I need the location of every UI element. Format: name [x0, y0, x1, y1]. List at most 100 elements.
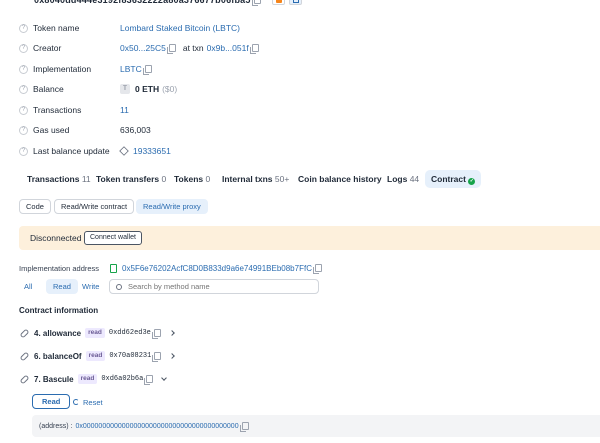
implementation-address-label: Implementation address	[19, 263, 100, 273]
qr-code-button[interactable]	[289, 0, 302, 5]
method-selector: 0xd6a02b6a	[101, 375, 144, 383]
copy-icon[interactable]	[166, 44, 176, 54]
copy-icon[interactable]	[249, 44, 259, 54]
tab-count: 44	[409, 174, 420, 184]
copy-icon[interactable]	[152, 352, 162, 362]
help-icon[interactable]: ?	[19, 146, 28, 156]
detail-transactions: ? Transactions 11	[19, 103, 129, 117]
method-row[interactable]: 6. balanceOf read 0x70a08231	[19, 349, 176, 363]
help-icon[interactable]: ?	[19, 64, 28, 74]
copy-icon[interactable]	[312, 264, 322, 274]
filter-write[interactable]: Write	[82, 281, 99, 293]
copy-icon[interactable]	[239, 422, 249, 432]
chevron-down-icon[interactable]	[161, 374, 168, 381]
output-address-link[interactable]: 0x00000000000000000000000000000000000000…	[75, 423, 238, 430]
copy-icon[interactable]	[151, 329, 161, 339]
gas-used-value: 636,003	[120, 125, 151, 135]
copy-icon[interactable]	[144, 375, 154, 385]
detail-label: Creator	[33, 43, 62, 53]
check-circle-icon: ✓	[468, 178, 476, 185]
detail-label: Transactions	[33, 105, 82, 115]
chevron-right-icon[interactable]	[169, 330, 175, 336]
connect-wallet-button[interactable]: Connect wallet	[84, 231, 142, 245]
read-badge: read	[85, 328, 105, 338]
eth-token-icon: T	[120, 84, 130, 94]
detail-label: Gas used	[33, 125, 70, 135]
detail-label: Balance	[33, 84, 64, 94]
wallet-status: Disconnected	[30, 233, 82, 243]
method-name: 4. allowance	[34, 328, 82, 338]
metamask-button[interactable]	[272, 0, 285, 5]
tab-logs[interactable]: Logs 44	[381, 170, 425, 188]
document-icon	[110, 263, 118, 273]
copy-icon[interactable]	[142, 65, 152, 75]
method-selector: 0x70a08231	[109, 352, 152, 360]
tab-label: Tokens	[174, 174, 204, 184]
creator-address-link[interactable]: 0x50...25C5	[120, 43, 166, 53]
tab-transactions[interactable]: Transactions 11	[21, 170, 97, 188]
implementation-address-link[interactable]: 0x5F6e76202AcfC8D0B833d9a6e74991BEb08b7F…	[122, 264, 312, 273]
implementation-link[interactable]: LBTC	[120, 64, 142, 74]
tab-label: Internal txns	[222, 174, 273, 184]
detail-implementation: ? Implementation LBTC	[19, 62, 152, 76]
implementation-address-row: Implementation address 0x5F6e76202AcfC8D…	[19, 262, 322, 274]
help-icon[interactable]: ?	[19, 43, 28, 53]
detail-gas-used: ? Gas used 636,003	[19, 123, 151, 137]
token-name-link[interactable]: Lombard Staked Bitcoin (LBTC)	[120, 23, 240, 33]
link-icon[interactable]	[19, 374, 30, 384]
method-row[interactable]: 4. allowance read 0xdd62ed3e	[19, 326, 175, 340]
filter-read[interactable]: Read	[46, 279, 78, 294]
detail-label: Token name	[33, 23, 80, 33]
read-output-box: (address) : 0x00000000000000000000000000…	[32, 415, 600, 437]
tab-label: Contract	[431, 174, 466, 184]
subtab-read-write-contract[interactable]: Read/Write contract	[54, 199, 135, 214]
method-search[interactable]	[109, 279, 319, 294]
read-badge: read	[85, 351, 106, 361]
filter-all[interactable]: All	[24, 281, 32, 293]
read-button[interactable]: Read	[32, 394, 71, 409]
reset-button[interactable]: Reset	[73, 396, 103, 408]
detail-creator: ? Creator 0x50...25C5 at txn 0x9b...051f	[19, 41, 259, 55]
search-input[interactable]	[128, 282, 308, 291]
tab-count: 0	[161, 174, 167, 184]
method-row[interactable]: 7. Bascule read 0xd6a02b6a	[19, 372, 168, 386]
contract-address: 0x8040dd444e3192f83632222a80a376677b06fb…	[34, 0, 251, 5]
tab-label: Coin balance history	[298, 174, 382, 184]
tab-label: Transactions	[27, 174, 80, 184]
help-icon[interactable]: ?	[19, 84, 28, 94]
tab-count: 50+	[274, 174, 290, 184]
read-badge: read	[77, 374, 98, 384]
tab-count: 0	[205, 174, 211, 184]
tab-label: Token transfers	[96, 174, 160, 184]
transactions-count-link[interactable]: 11	[120, 105, 129, 115]
tab-tokens[interactable]: Tokens 0	[168, 170, 216, 188]
method-selector: 0xdd62ed3e	[108, 329, 151, 337]
block-number-link[interactable]: 19333651	[133, 146, 171, 156]
help-icon[interactable]: ?	[19, 125, 28, 135]
link-icon[interactable]	[19, 328, 30, 338]
tab-token-transfers[interactable]: Token transfers 0	[90, 170, 172, 188]
tab-label: Logs	[387, 174, 408, 184]
detail-last-balance-update: ? Last balance update 19333651	[19, 144, 171, 158]
help-icon[interactable]: ?	[19, 23, 28, 33]
chevron-right-icon[interactable]	[169, 353, 176, 359]
subtab-read-write-proxy[interactable]: Read/Write proxy	[136, 199, 208, 214]
block-icon	[119, 146, 129, 156]
fox-icon	[276, 0, 282, 3]
help-icon[interactable]: ?	[19, 105, 28, 115]
detail-token-name: ? Token name Lombard Staked Bitcoin (LBT…	[19, 21, 240, 35]
copy-icon[interactable]	[251, 0, 261, 6]
subtab-code[interactable]: Code	[19, 199, 51, 214]
tab-internal-txns[interactable]: Internal txns 50+	[216, 170, 295, 188]
creator-txn-link[interactable]: 0x9b...051f	[207, 43, 249, 53]
detail-label: Last balance update	[33, 146, 110, 156]
search-icon	[116, 283, 122, 290]
qr-icon	[293, 0, 299, 3]
output-label: (address) :	[39, 422, 73, 430]
link-icon[interactable]	[19, 351, 30, 361]
tab-coin-balance-history[interactable]: Coin balance history	[292, 170, 388, 188]
balance-usd: ($0)	[162, 84, 178, 94]
balance-value: 0 ETH	[135, 84, 160, 94]
tab-contract[interactable]: Contract ✓	[425, 170, 482, 188]
reset-icon	[73, 399, 79, 405]
